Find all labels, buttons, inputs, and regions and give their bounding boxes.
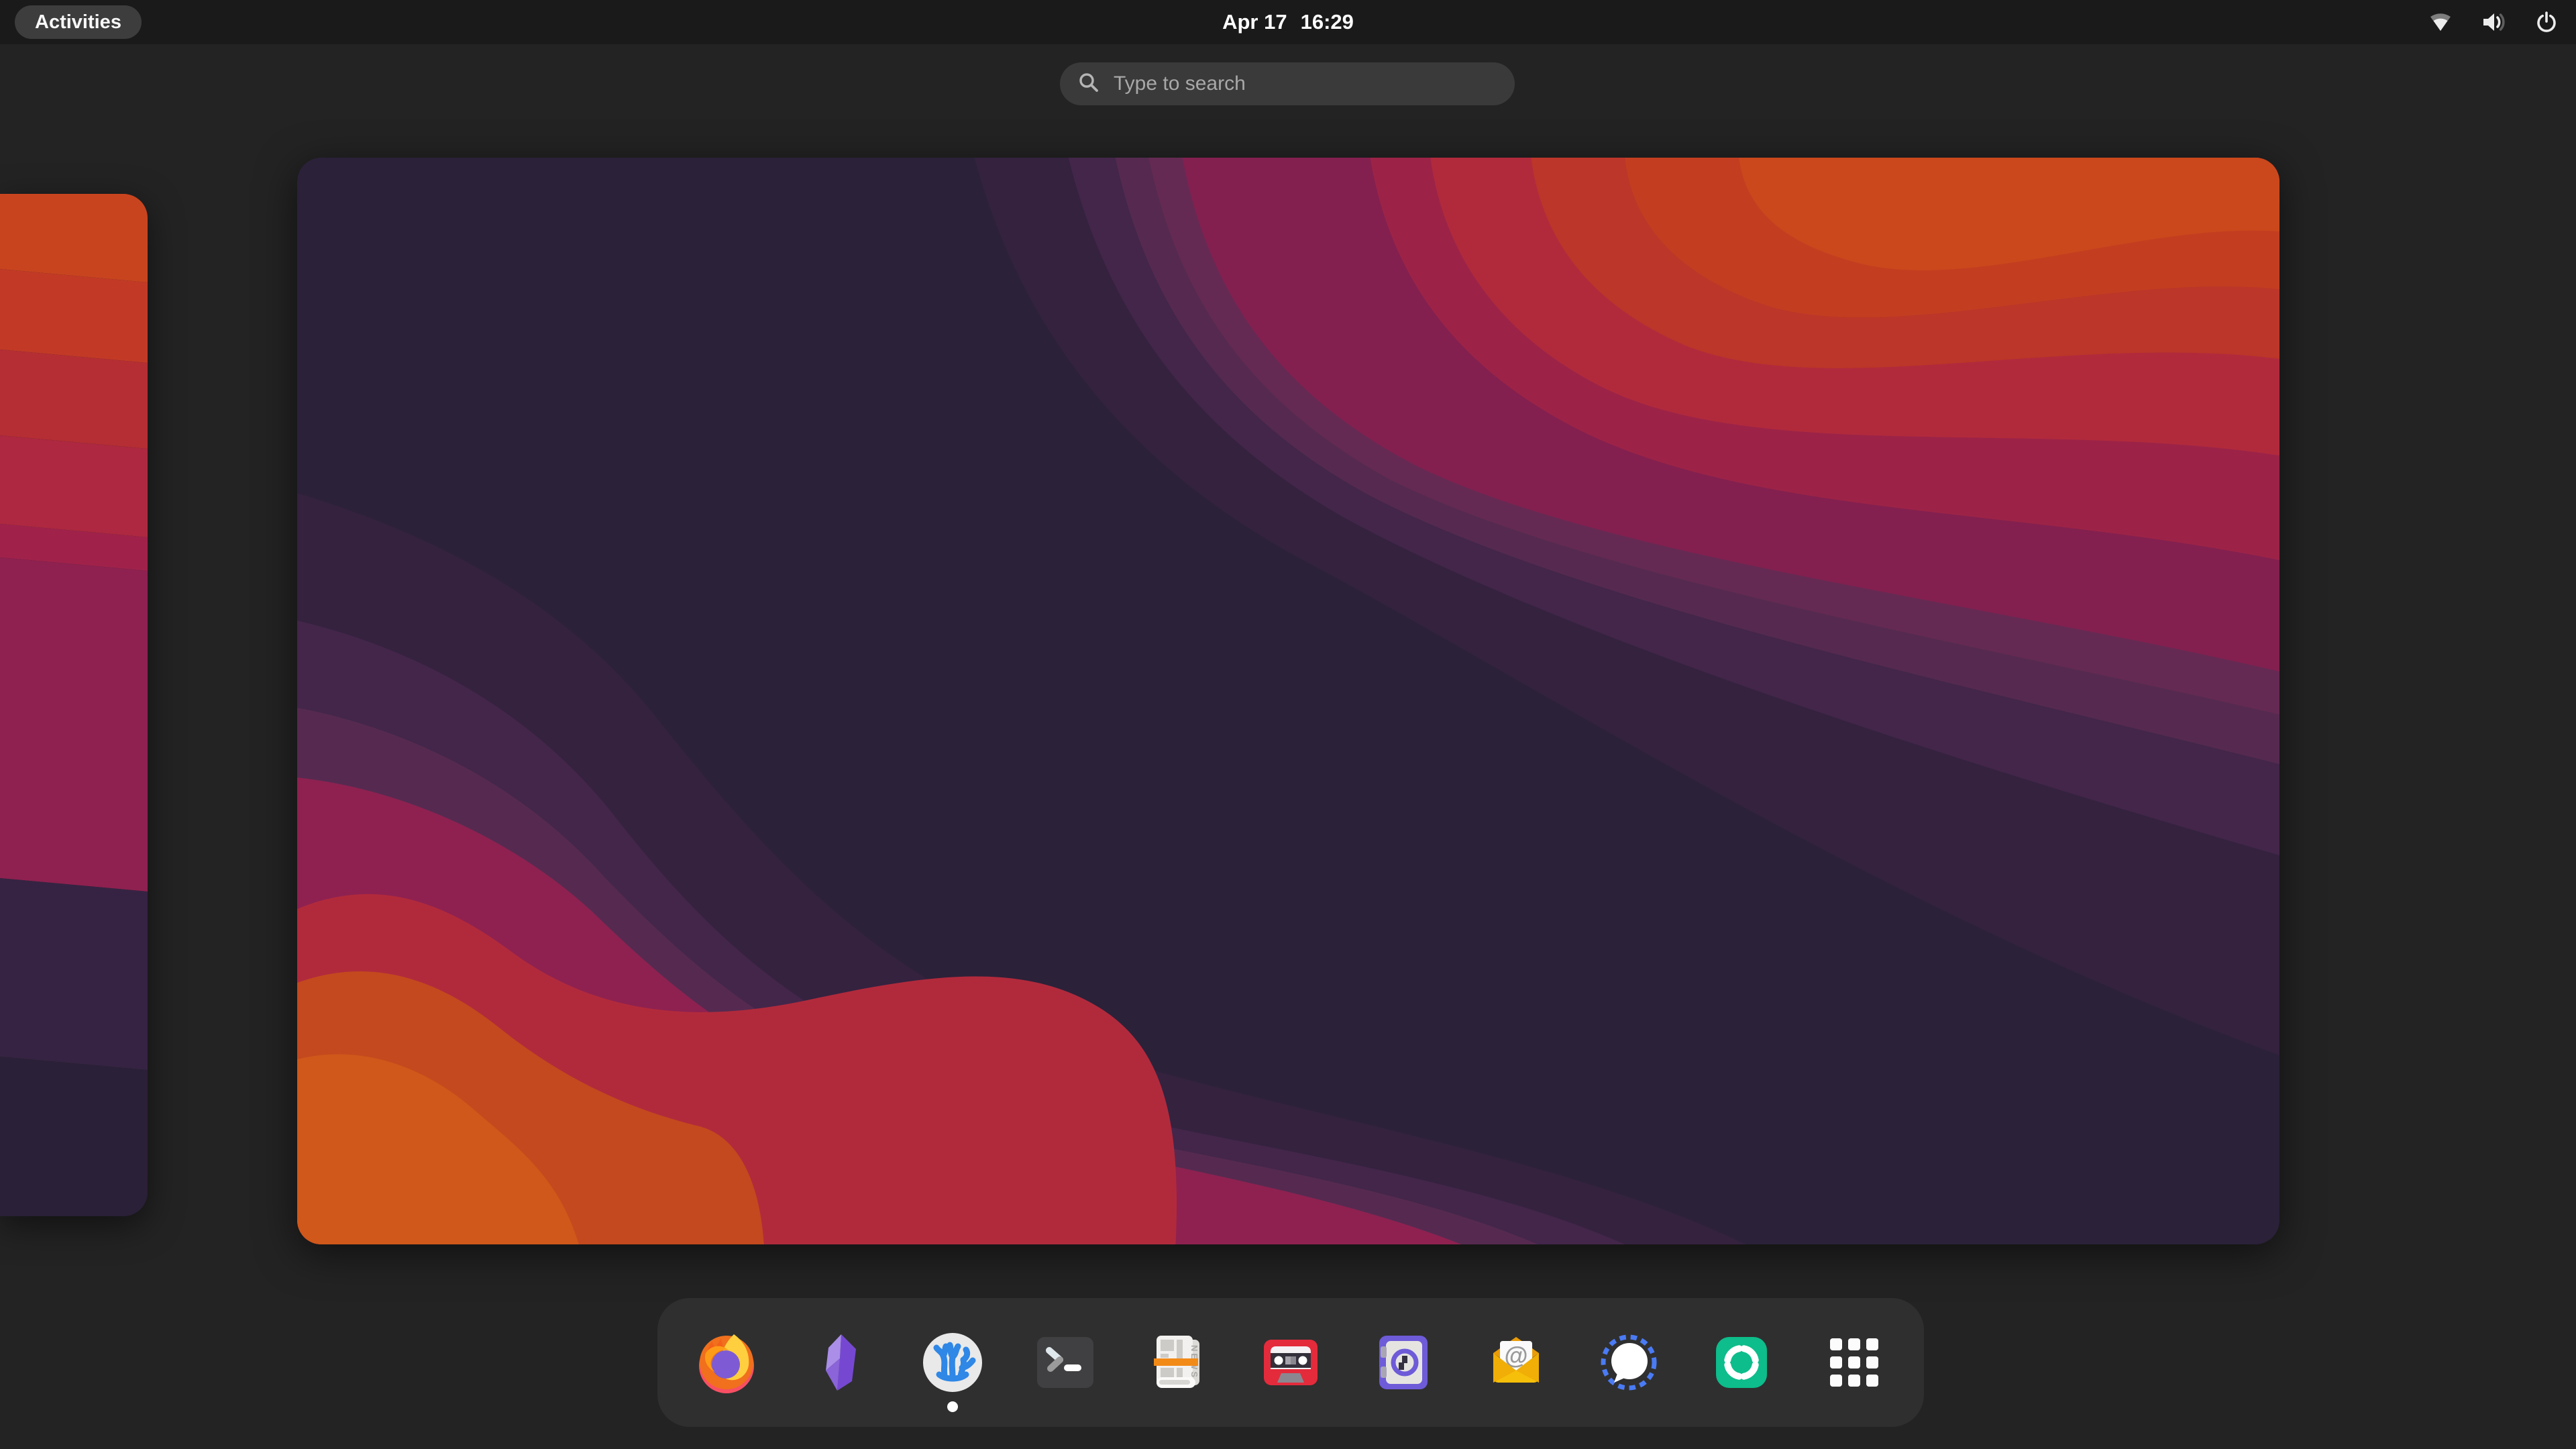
firefox-icon xyxy=(695,1330,759,1395)
workspace-preview-previous[interactable] xyxy=(0,194,148,1216)
mail-icon: @ xyxy=(1484,1330,1548,1395)
signal-icon xyxy=(1597,1330,1661,1395)
dash-dock: NEWS @ xyxy=(657,1298,1924,1427)
dock-item-terminal[interactable] xyxy=(1033,1330,1097,1395)
wallpaper-left xyxy=(0,194,148,1216)
news-icon: NEWS xyxy=(1146,1330,1210,1395)
dock-item-coral[interactable] xyxy=(920,1330,985,1395)
clock-time: 16:29 xyxy=(1301,10,1354,34)
system-status-area[interactable] xyxy=(2428,0,2559,44)
coral-icon xyxy=(920,1330,985,1395)
app-grid-button[interactable] xyxy=(1822,1330,1886,1395)
workspace-preview-current[interactable] xyxy=(297,158,2279,1244)
clock-button[interactable]: Apr 17 16:29 xyxy=(1222,0,1354,44)
dock-item-cassette[interactable] xyxy=(1258,1330,1323,1395)
dock-item-signal[interactable] xyxy=(1597,1330,1661,1395)
clock-date: Apr 17 xyxy=(1222,10,1287,34)
search-icon xyxy=(1077,71,1100,97)
obsidian-icon xyxy=(808,1330,872,1395)
search-bar[interactable] xyxy=(1060,62,1515,105)
wallpaper-main xyxy=(297,158,2279,1244)
dock-item-mail[interactable]: @ xyxy=(1484,1330,1548,1395)
dock-item-obsidian[interactable] xyxy=(808,1330,872,1395)
volume-icon xyxy=(2481,10,2506,34)
element-icon xyxy=(1709,1330,1774,1395)
power-icon xyxy=(2534,10,2559,34)
cassette-icon xyxy=(1258,1330,1323,1395)
top-bar: Activities Apr 17 16:29 xyxy=(0,0,2576,44)
running-indicator-dot xyxy=(947,1401,958,1412)
search-input[interactable] xyxy=(1112,72,1497,96)
dock-item-news[interactable]: NEWS xyxy=(1146,1330,1210,1395)
wifi-icon xyxy=(2428,10,2453,34)
app-grid-icon xyxy=(1822,1330,1886,1395)
dock-item-password-safe[interactable] xyxy=(1371,1330,1436,1395)
dock-item-firefox[interactable] xyxy=(695,1330,759,1395)
password-safe-icon xyxy=(1371,1330,1436,1395)
dock-item-element[interactable] xyxy=(1709,1330,1774,1395)
terminal-icon xyxy=(1033,1330,1097,1395)
activities-button[interactable]: Activities xyxy=(15,5,142,39)
